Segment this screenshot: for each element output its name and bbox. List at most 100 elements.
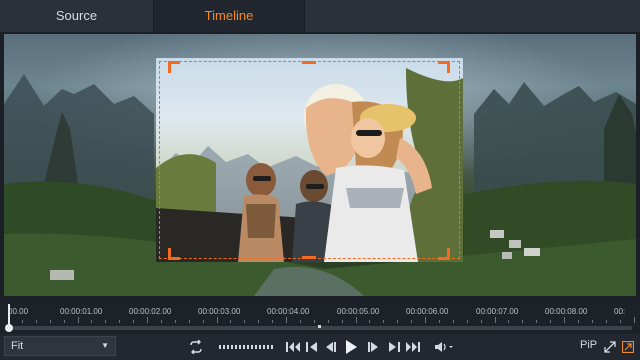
ruler-tick (217, 317, 218, 323)
timeline-ruler[interactable]: 00.00 00:00:01.00 00:00:02.00 00:00:03.0… (0, 298, 640, 334)
tab-bar-empty (304, 0, 640, 32)
ruler-tick (342, 320, 343, 323)
ruler-tick (383, 320, 384, 323)
tab-timeline[interactable]: Timeline (154, 0, 304, 32)
go-to-start-button[interactable] (284, 337, 302, 357)
volume-button[interactable] (434, 337, 456, 357)
ruler-tick (620, 320, 621, 323)
jog-shuttle-button[interactable] (218, 337, 274, 357)
ruler-tick (508, 320, 509, 323)
playhead-handle[interactable] (5, 324, 13, 332)
ruler-tick (453, 320, 454, 323)
preview-canvas[interactable] (4, 34, 636, 296)
play-button[interactable] (342, 337, 360, 357)
zoom-fit-select[interactable]: Fit ▼ (4, 336, 116, 356)
zoom-fit-value: Fit (11, 340, 24, 352)
resize-handle-top-right[interactable] (438, 61, 450, 73)
previous-marker-icon (306, 341, 318, 353)
ruler-tick (272, 320, 273, 323)
step-back-button[interactable] (322, 337, 338, 357)
ruler-tick (119, 320, 120, 323)
ruler-tick (578, 320, 579, 323)
resize-handle-bottom-left[interactable] (168, 248, 180, 260)
scrub-midpoint-marker (318, 325, 321, 328)
ruler-tick (481, 320, 482, 323)
resize-handle-bottom[interactable] (302, 256, 316, 259)
time-mark-4: 00:00:04.00 (267, 307, 310, 316)
ruler-tick (369, 320, 370, 323)
resize-handle-bottom-right[interactable] (438, 248, 450, 260)
tab-source[interactable]: Source (0, 0, 154, 32)
time-mark-3: 00:00:03.00 (198, 307, 241, 316)
next-marker-button[interactable] (386, 337, 402, 357)
ruler-tick (78, 317, 79, 323)
ruler-tick (495, 317, 496, 323)
transport-bar: Fit ▼ PiP (0, 334, 640, 360)
loop-button[interactable] (186, 337, 206, 357)
ruler-tick (439, 320, 440, 323)
go-to-start-icon (286, 341, 300, 353)
time-mark-0: 00.00 (8, 307, 29, 316)
loop-icon (188, 340, 204, 354)
ruler-tick (314, 320, 315, 323)
pip-button[interactable]: PiP (580, 339, 597, 351)
time-mark-9: 00: (614, 307, 626, 316)
resize-handle-top[interactable] (302, 61, 316, 64)
ruler-tick (105, 320, 106, 323)
ruler-tick (161, 320, 162, 323)
previous-marker-button[interactable] (304, 337, 320, 357)
time-mark-8: 00:00:08.00 (545, 307, 588, 316)
ruler-tick (536, 320, 537, 323)
ruler-tick (328, 320, 329, 323)
ruler-tick (425, 317, 426, 323)
time-mark-5: 00:00:05.00 (337, 307, 380, 316)
ruler-tick (550, 320, 551, 323)
jog-shuttle-icon (219, 344, 273, 350)
selection-border (159, 61, 460, 259)
external-preview-button[interactable] (620, 337, 636, 357)
next-marker-icon (388, 341, 400, 353)
time-mark-6: 00:00:06.00 (406, 307, 449, 316)
fullscreen-icon (604, 341, 616, 353)
ruler-tick (300, 320, 301, 323)
tab-bar: Source Timeline (0, 0, 640, 32)
fullscreen-button[interactable] (602, 337, 618, 357)
ruler-tick (189, 320, 190, 323)
ruler-tick (606, 320, 607, 323)
chevron-down-icon: ▼ (101, 341, 109, 350)
ruler-tick (175, 320, 176, 323)
ruler-tick (22, 320, 23, 323)
ruler-tick (564, 317, 565, 323)
ruler-tick (634, 317, 635, 323)
ruler-tick (50, 320, 51, 323)
time-mark-7: 00:00:07.00 (476, 307, 519, 316)
go-to-end-icon (406, 341, 420, 353)
ruler-tick (64, 320, 65, 323)
ruler-tick (397, 320, 398, 323)
step-back-icon (324, 341, 336, 353)
ruler-tick (230, 320, 231, 323)
ruler-tick (592, 320, 593, 323)
ruler-tick (244, 320, 245, 323)
ruler-tick (36, 320, 37, 323)
ruler-tick (467, 320, 468, 323)
go-to-end-button[interactable] (404, 337, 422, 357)
ruler-tick (203, 320, 204, 323)
ruler-tick (91, 320, 92, 323)
ruler-tick (522, 320, 523, 323)
ruler-tick (411, 320, 412, 323)
ruler-tick (258, 320, 259, 323)
resize-handle-top-left[interactable] (168, 61, 180, 73)
step-forward-icon (368, 341, 380, 353)
ruler-tick (147, 317, 148, 323)
external-preview-icon (622, 341, 634, 353)
ruler-tick (356, 317, 357, 323)
ruler-tick (286, 317, 287, 323)
step-forward-button[interactable] (366, 337, 382, 357)
play-icon (345, 340, 357, 354)
time-mark-1: 00:00:01.00 (60, 307, 103, 316)
pip-overlay-clip[interactable] (156, 58, 463, 262)
time-mark-2: 00:00:02.00 (129, 307, 172, 316)
ruler-tick (133, 320, 134, 323)
volume-icon (435, 341, 455, 353)
